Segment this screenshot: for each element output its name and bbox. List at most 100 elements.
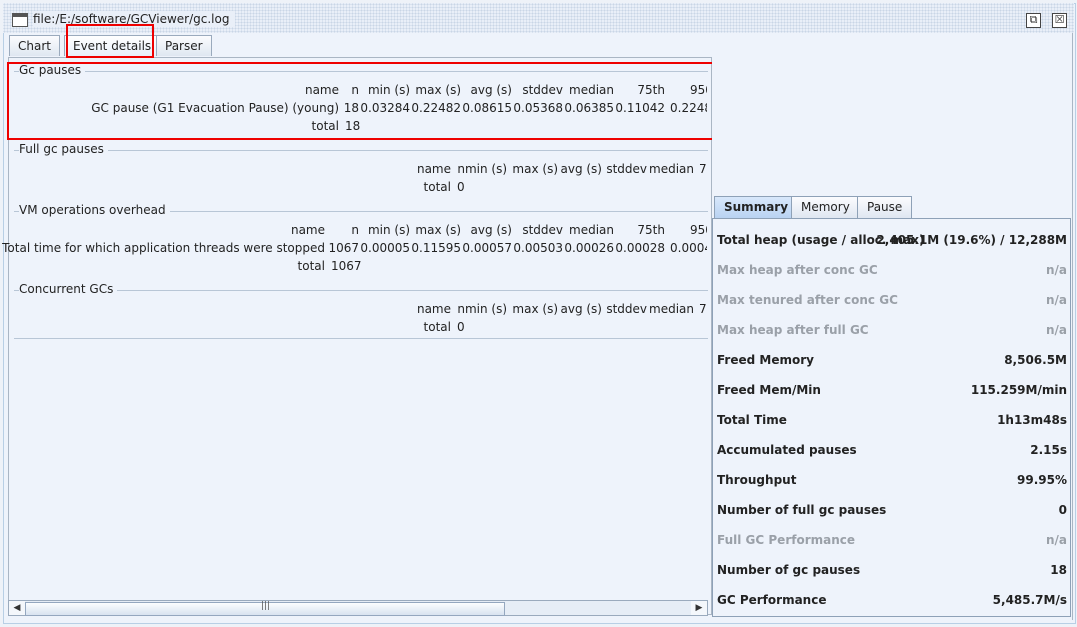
summary-value: n/a — [1045, 293, 1067, 307]
row-median: 0.00026 — [564, 241, 614, 255]
summary-label: Max tenured after conc GC — [717, 293, 898, 307]
summary-value: 8,506.5M — [1004, 353, 1067, 367]
summary-row: Max heap after full GC n/a — [717, 323, 1067, 341]
summary-row: GC Performance 5,485.7M/s — [717, 593, 1067, 611]
scroll-right-icon[interactable]: ▶ — [691, 601, 707, 615]
summary-row: Freed Mem/Min 115.259M/min — [717, 383, 1067, 401]
section-divider — [14, 338, 708, 339]
window-icon — [12, 13, 28, 27]
row-n: 1067 — [331, 259, 362, 273]
event-details-pane[interactable] — [8, 57, 712, 615]
summary-row: Freed Memory 8,506.5M — [717, 353, 1067, 371]
row-n: 1067 — [328, 241, 359, 255]
row-n: 0 — [457, 180, 465, 194]
summary-row: Number of gc pauses 18 — [717, 563, 1067, 581]
section-divider — [14, 150, 708, 151]
summary-label: Freed Mem/Min — [717, 383, 821, 397]
close-window-button[interactable]: ☒ — [1052, 13, 1067, 28]
row-avg: 0.00057 — [462, 241, 512, 255]
window-right-border — [1072, 33, 1073, 620]
col-median: median — [649, 162, 694, 176]
summary-row: Max tenured after conc GC n/a — [717, 293, 1067, 311]
col-max: max (s) — [415, 223, 461, 237]
summary-value: n/a — [1045, 533, 1067, 547]
summary-row: Full GC Performance n/a — [717, 533, 1067, 551]
col-min: min (s) — [367, 223, 410, 237]
summary-value: 99.95% — [1017, 473, 1067, 487]
col-75th: 75th — [637, 223, 665, 237]
summary-label: Freed Memory — [717, 353, 814, 367]
horizontal-scrollbar[interactable]: ◀ ||| ▶ — [8, 600, 708, 616]
summary-value: 18 — [1050, 563, 1067, 577]
section-divider — [14, 290, 708, 291]
scrollbar-thumb[interactable]: ||| — [25, 601, 505, 616]
summary-value: 5,485.7M/s — [992, 593, 1067, 607]
summary-label: Throughput — [717, 473, 797, 487]
col-median: median — [569, 223, 614, 237]
summary-label: Number of gc pauses — [717, 563, 861, 577]
summary-row: Accumulated pauses 2.15s — [717, 443, 1067, 461]
tab-chart[interactable]: Chart — [9, 35, 60, 56]
summary-label: Total Time — [717, 413, 787, 427]
col-name: name — [290, 223, 325, 237]
summary-label: Max heap after full GC — [717, 323, 869, 337]
summary-value: 2.15s — [1030, 443, 1067, 457]
col-stddev: stddev — [606, 162, 647, 176]
summary-label: Accumulated pauses — [717, 443, 857, 457]
col-avg: avg (s) — [560, 302, 602, 316]
summary-value: 2,405.1M (19.6%) / 12,288M — [876, 233, 1067, 247]
summary-value: 0 — [1058, 503, 1067, 517]
restore-window-button[interactable]: ⧉ — [1026, 13, 1041, 28]
col-avg: avg (s) — [470, 223, 512, 237]
col-75th: 7 — [699, 302, 707, 316]
col-name: name — [416, 302, 451, 316]
tab-memory[interactable]: Memory — [791, 196, 860, 218]
summary-value: 1h13m48s — [997, 413, 1067, 427]
row-n: 0 — [457, 320, 465, 334]
col-median: median — [649, 302, 694, 316]
summary-label: GC Performance — [717, 593, 827, 607]
tab-parser[interactable]: Parser — [156, 35, 212, 56]
col-name: name — [416, 162, 451, 176]
col-stddev: stddev — [606, 302, 647, 316]
summary-value: n/a — [1045, 263, 1067, 277]
summary-label: Full GC Performance — [717, 533, 856, 547]
col-95th: 950 — [690, 223, 707, 237]
row-stddev: 0.00503 — [513, 241, 563, 255]
col-min: min (s) — [464, 302, 507, 316]
scroll-left-icon[interactable]: ◀ — [9, 601, 25, 615]
col-n: n — [457, 162, 465, 176]
col-n: n — [351, 223, 359, 237]
row-95th: 0.0004 — [670, 241, 707, 255]
section-title-concurrent-gcs: Concurrent GCs — [19, 282, 118, 296]
highlight-box-event-details-tab — [66, 24, 154, 58]
row-name: Total time for which application threads… — [2, 241, 325, 255]
section-title-full-gc-pauses: Full gc pauses — [19, 142, 108, 156]
row-min: 0.00005 — [360, 241, 410, 255]
summary-label: Number of full gc pauses — [717, 503, 887, 517]
col-min: min (s) — [464, 162, 507, 176]
section-title-vm-operations: VM operations overhead — [19, 203, 170, 217]
col-stddev: stddev — [522, 223, 563, 237]
row-name: total — [423, 180, 451, 194]
row-name: total — [297, 259, 325, 273]
summary-row: Throughput 99.95% — [717, 473, 1067, 491]
tab-pause[interactable]: Pause — [857, 196, 913, 218]
summary-value: n/a — [1045, 323, 1067, 337]
tab-summary[interactable]: Summary — [714, 196, 799, 218]
col-n: n — [457, 302, 465, 316]
summary-value: 115.259M/min — [970, 383, 1067, 397]
summary-row: Total Time 1h13m48s — [717, 413, 1067, 431]
window-titlebar[interactable]: file:/E:/software/GCViewer/gc.log ⧉ ☒ — [3, 3, 1074, 33]
col-max: max (s) — [512, 302, 558, 316]
summary-label: Max heap after conc GC — [717, 263, 878, 277]
col-75th: 7 — [699, 162, 707, 176]
row-name: total — [423, 320, 451, 334]
summary-row: Number of full gc pauses 0 — [717, 503, 1067, 521]
summary-panel: Total heap (usage / alloc. max) 2,405.1M… — [712, 218, 1071, 617]
summary-row: Max heap after conc GC n/a — [717, 263, 1067, 281]
right-empty-area — [712, 57, 1071, 194]
scrollbar-grip-icon: ||| — [261, 601, 271, 611]
row-max: 0.11595 — [411, 241, 461, 255]
highlight-box-gc-pauses — [7, 62, 714, 140]
